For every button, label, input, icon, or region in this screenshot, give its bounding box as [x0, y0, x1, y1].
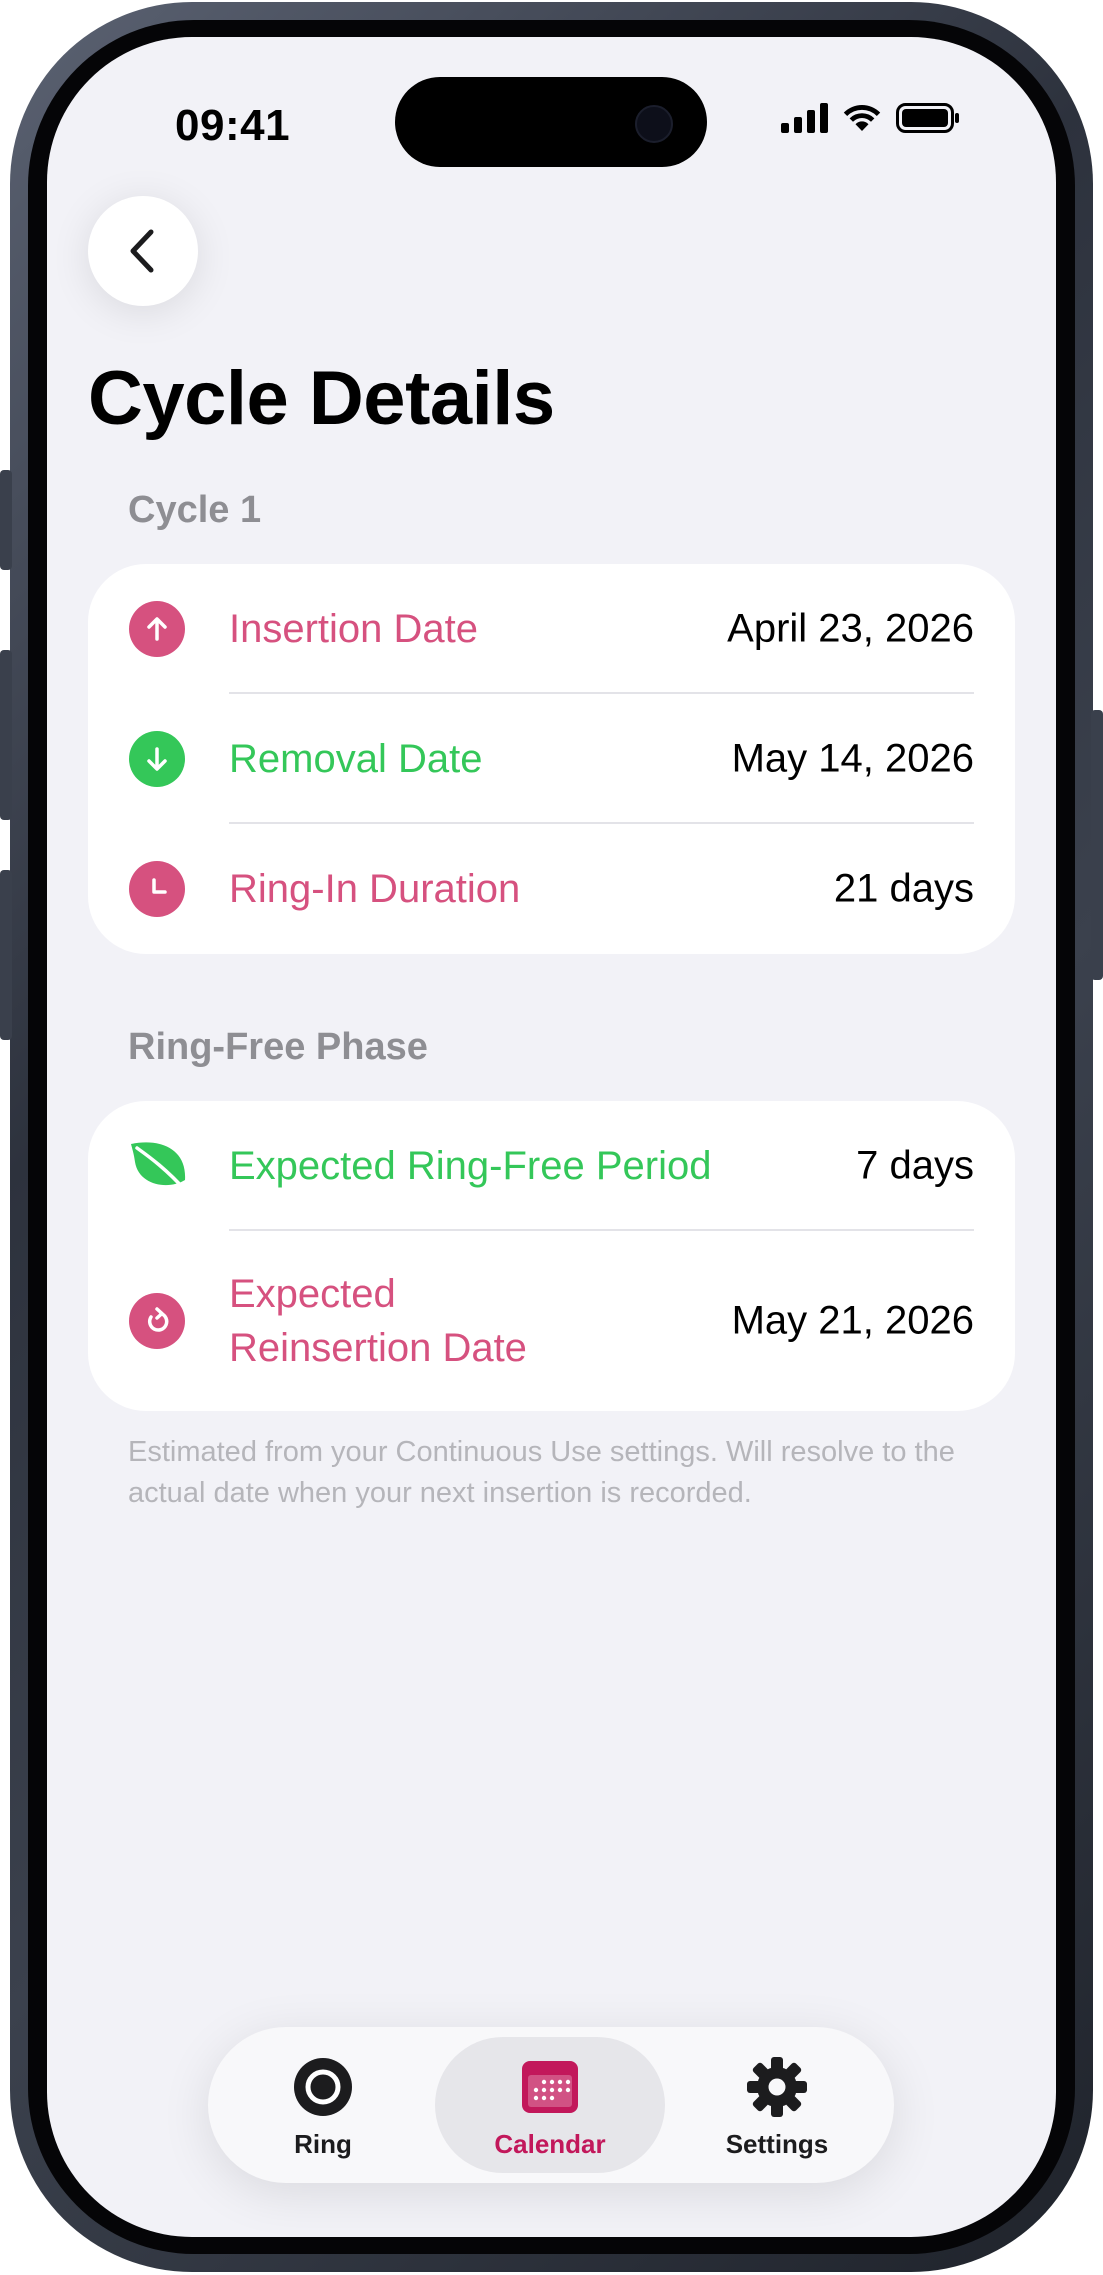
reinsertion-label-line2: Reinsertion Date	[229, 1326, 527, 1370]
tab-settings[interactable]: Settings	[662, 2037, 892, 2173]
camera-icon	[635, 105, 673, 143]
volume-up-button-hw	[0, 470, 12, 570]
cycle-card: Insertion Date April 23, 2026 Removal Da…	[88, 564, 1015, 954]
section-header-ring-free: Ring-Free Phase	[128, 1026, 428, 1068]
removal-date-value: May 14, 2026	[731, 736, 974, 781]
calendar-icon	[522, 2061, 578, 2113]
insertion-date-value: April 23, 2026	[727, 606, 974, 651]
battery-icon	[896, 103, 959, 133]
insertion-date-label: Insertion Date	[229, 607, 479, 651]
tab-bar: Ring Calendar Settings	[208, 2027, 894, 2183]
tab-calendar-label: Calendar	[494, 2129, 606, 2159]
app-screen: 09:41 Cycle Details Cycle 1 Insertion Da…	[47, 37, 1056, 2237]
ring-free-period-row[interactable]: Expected Ring-Free Period 7 days	[88, 1101, 1015, 1231]
ring-icon	[294, 2058, 352, 2116]
tab-calendar[interactable]: Calendar	[435, 2037, 665, 2173]
reinsertion-label-line1: Expected	[229, 1272, 396, 1316]
ring-in-duration-value: 21 days	[833, 866, 974, 911]
clock-icon	[129, 861, 185, 917]
wifi-icon	[843, 105, 881, 131]
back-button[interactable]	[88, 196, 198, 306]
removal-date-label: Removal Date	[229, 737, 483, 781]
cellular-signal-icon	[781, 103, 828, 133]
tab-settings-label: Settings	[725, 2129, 829, 2159]
insertion-date-row[interactable]: Insertion Date April 23, 2026	[88, 564, 1015, 694]
status-icons	[781, 103, 960, 133]
status-time: 09:41	[175, 101, 291, 150]
gear-icon	[747, 2057, 807, 2117]
reinsertion-date-label: Expected Reinsertion Date	[229, 1267, 527, 1375]
dynamic-island	[395, 77, 707, 167]
section-header-cycle: Cycle 1	[128, 489, 262, 531]
arrow-up-circle-icon	[129, 601, 185, 657]
power-button-hw	[1091, 710, 1103, 980]
ring-free-period-label: Expected Ring-Free Period	[229, 1144, 712, 1188]
reinsertion-date-row[interactable]: Expected Reinsertion Date May 21, 2026	[88, 1231, 1015, 1411]
volume-down-button-hw	[0, 650, 12, 820]
tab-ring-label: Ring	[294, 2129, 352, 2159]
reinsertion-date-value: May 21, 2026	[731, 1298, 974, 1343]
tab-ring[interactable]: Ring	[208, 2037, 438, 2173]
estimate-footnote: Estimated from your Continuous Use setti…	[128, 1436, 955, 1509]
ring-in-duration-row[interactable]: Ring-In Duration 21 days	[88, 824, 1015, 954]
ring-free-card: Expected Ring-Free Period 7 days Expecte…	[88, 1101, 1015, 1411]
action-button-hw	[0, 870, 12, 1040]
leaf-icon	[129, 1136, 189, 1196]
arrow-down-circle-icon	[129, 731, 185, 787]
ring-in-duration-label: Ring-In Duration	[229, 867, 521, 911]
ring-free-period-value: 7 days	[856, 1143, 974, 1188]
removal-date-row[interactable]: Removal Date May 14, 2026	[88, 694, 1015, 824]
page-title: Cycle Details	[88, 356, 555, 441]
chevron-left-icon	[130, 229, 154, 273]
rotate-arrow-icon	[129, 1293, 185, 1349]
